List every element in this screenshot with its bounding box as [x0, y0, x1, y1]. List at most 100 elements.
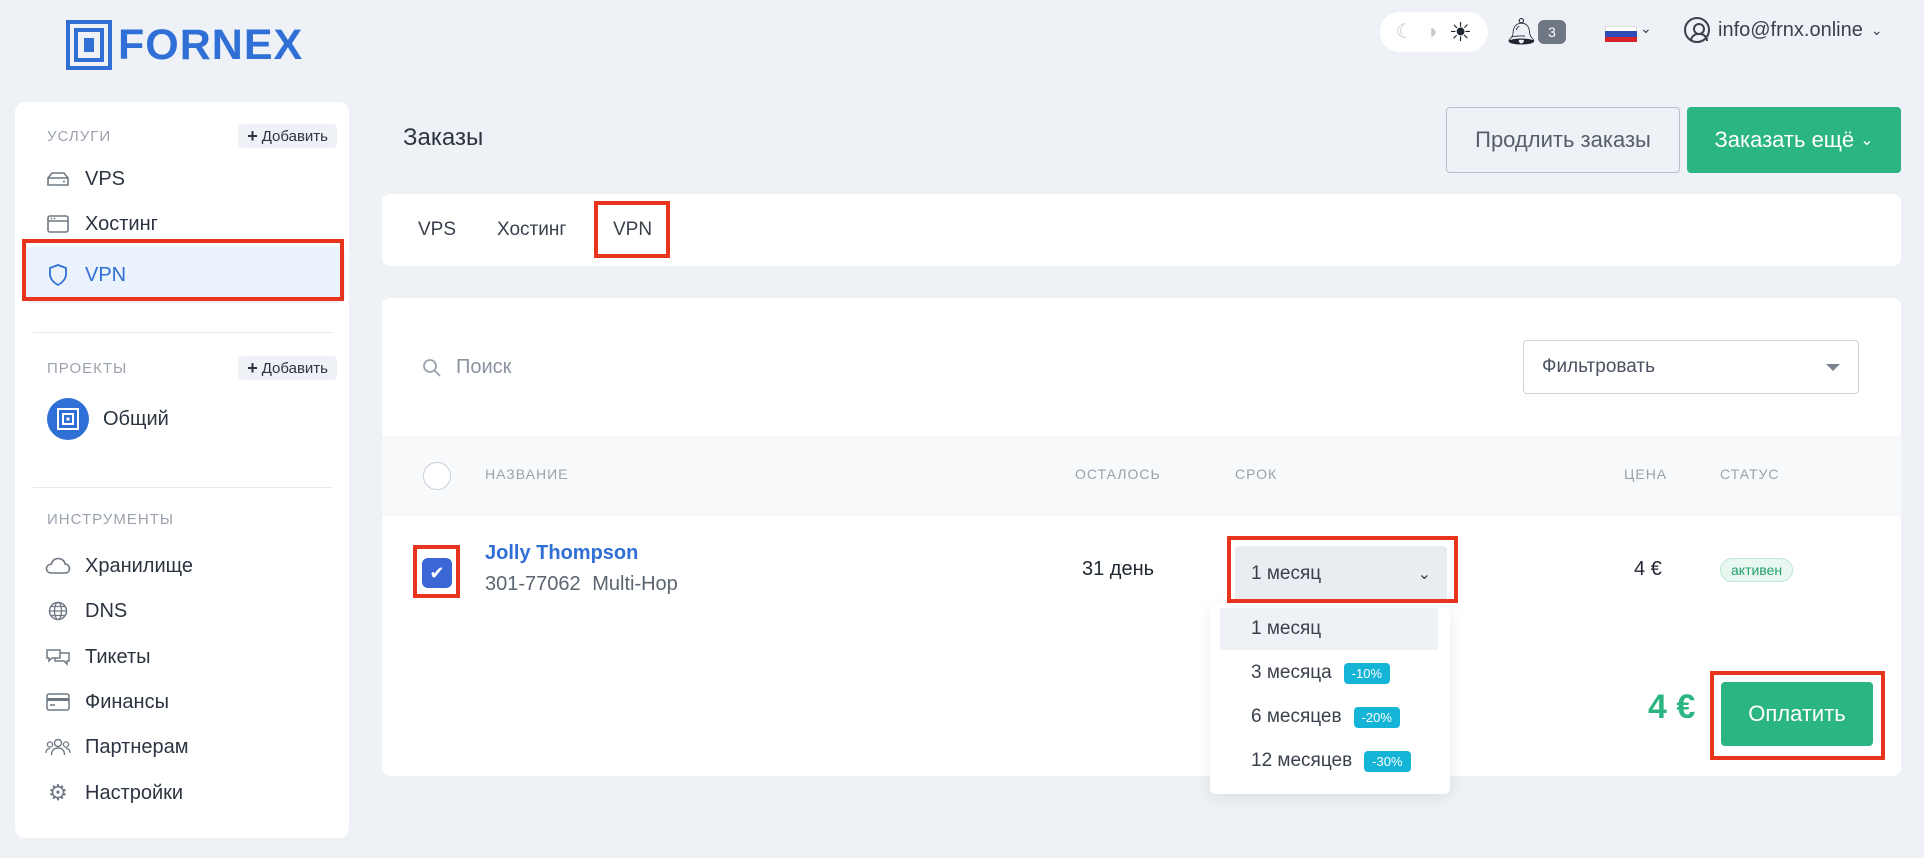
cloud-icon	[45, 555, 71, 577]
order-more-label: Заказать ещё	[1714, 127, 1855, 152]
sidebar-item-partners[interactable]: Партнерам	[45, 727, 189, 767]
chevron-down-icon: ⌄	[1860, 132, 1874, 149]
check-icon: ✔	[429, 562, 445, 583]
fornex-logo-icon	[66, 20, 112, 70]
period-option-6[interactable]: 6 месяцев -20%	[1220, 696, 1438, 738]
order-id: 301-77062	[485, 573, 581, 595]
caret-down-icon	[1826, 363, 1840, 371]
sidebar-item-settings[interactable]: ⚙ Настройки	[45, 773, 183, 813]
sidebar-item-label: Общий	[103, 407, 169, 430]
order-name-link[interactable]: Jolly Thompson	[485, 542, 638, 565]
projects-section-header: Проекты + Добавить	[47, 356, 337, 380]
orders-table-card: Поиск Фильтровать Название Осталось Срок…	[382, 298, 1901, 776]
divider	[33, 487, 333, 488]
column-remaining[interactable]: Осталось	[1075, 466, 1161, 482]
project-avatar-icon	[47, 398, 89, 440]
filter-select[interactable]: Фильтровать	[1523, 340, 1859, 394]
projects-title: Проекты	[47, 359, 128, 377]
brand-logo[interactable]: FORNEX	[66, 20, 303, 70]
sidebar-item-dns[interactable]: DNS	[45, 591, 127, 631]
period-option-12[interactable]: 12 месяцев -30%	[1220, 740, 1438, 782]
globe-icon	[45, 600, 71, 622]
order-details: 301-77062 Multi-Hop	[485, 573, 678, 596]
add-service-button[interactable]: + Добавить	[238, 124, 337, 148]
sun-icon[interactable]: ☀	[1449, 19, 1472, 45]
tools-title: Инструменты	[47, 511, 175, 528]
add-project-label: Добавить	[261, 359, 328, 377]
credit-card-icon	[45, 691, 71, 713]
pay-button[interactable]: Оплатить	[1721, 682, 1873, 746]
moon-icon[interactable]: ☾	[1396, 22, 1414, 42]
add-project-button[interactable]: + Добавить	[238, 356, 337, 380]
gear-icon: ⚙	[48, 780, 68, 805]
sidebar-item-label: Партнерам	[85, 735, 189, 758]
sidebar-item-label: VPN	[85, 263, 127, 286]
order-remaining: 31 день	[1082, 558, 1155, 580]
sidebar-item-project-general[interactable]: Общий	[47, 398, 169, 440]
period-select[interactable]: 1 месяц ⌄	[1235, 546, 1447, 602]
sidebar-item-vpn[interactable]: VPN	[45, 255, 126, 295]
period-option-label: 1 месяц	[1251, 618, 1322, 639]
extend-orders-button[interactable]: Продлить заказы	[1446, 107, 1680, 173]
brand-name: FORNEX	[118, 20, 304, 69]
discount-badge: -10%	[1343, 662, 1391, 684]
plus-icon: +	[247, 358, 258, 378]
table-header: Название Осталось Срок Цена Статус	[382, 436, 1901, 516]
user-email: info@frnx.online	[1718, 18, 1863, 41]
chevron-down-icon: ⌄	[1870, 21, 1883, 38]
divider	[33, 332, 333, 333]
sidebar-item-storage[interactable]: Хранилище	[45, 546, 193, 586]
user-icon	[1684, 17, 1710, 43]
sidebar-item-label: Хостинг	[85, 212, 158, 235]
tab-hosting[interactable]: Хостинг	[497, 194, 566, 266]
period-option-label: 12 месяцев	[1251, 750, 1353, 771]
period-option-3[interactable]: 3 месяца -10%	[1220, 652, 1438, 694]
column-price[interactable]: Цена	[1624, 466, 1667, 482]
notifications-badge: 3	[1538, 20, 1566, 44]
search-icon	[423, 358, 441, 377]
sidebar-item-finance[interactable]: Финансы	[45, 682, 169, 722]
search-input[interactable]: Поиск	[456, 356, 511, 379]
column-name[interactable]: Название	[485, 466, 568, 482]
period-select-value: 1 месяц	[1251, 563, 1322, 584]
theme-switcher[interactable]: ☾ ◑ ☀	[1380, 12, 1488, 52]
sidebar-item-tickets[interactable]: Тикеты	[45, 637, 150, 677]
period-dropdown: 1 месяц 3 месяца -10% 6 месяцев -20% 12 …	[1210, 604, 1450, 794]
server-icon	[45, 168, 71, 190]
chat-icon	[45, 646, 71, 668]
bell-icon[interactable]: 🔔︎	[1505, 18, 1538, 44]
sidebar-item-label: VPS	[85, 167, 126, 190]
row-checkbox[interactable]: ✔	[422, 558, 452, 588]
tab-vps[interactable]: VPS	[418, 194, 456, 266]
sidebar-item-label: Финансы	[85, 690, 169, 713]
tab-vpn[interactable]: VPN	[613, 194, 652, 266]
discount-badge: -30%	[1364, 750, 1411, 772]
services-title: Услуги	[47, 127, 112, 145]
users-icon	[45, 736, 71, 758]
filter-label: Фильтровать	[1542, 356, 1656, 377]
status-badge: активен	[1720, 558, 1794, 582]
period-option-1[interactable]: 1 месяц	[1220, 608, 1438, 650]
tools-section-header: Инструменты	[47, 511, 337, 528]
period-option-label: 3 месяца	[1251, 662, 1332, 683]
total-amount: 4 €	[1648, 688, 1696, 726]
sidebar-item-vps[interactable]: VPS	[45, 159, 125, 199]
add-service-label: Добавить	[261, 127, 328, 145]
order-price: 4 €	[1634, 558, 1662, 580]
order-more-button[interactable]: Заказать ещё ⌄	[1687, 107, 1901, 173]
order-type: Multi-Hop	[592, 573, 678, 595]
user-menu[interactable]: info@frnx.online ⌄	[1684, 17, 1883, 43]
sidebar-item-label: Хранилище	[85, 554, 193, 577]
select-all-checkbox[interactable]	[423, 462, 451, 490]
service-tabs: VPS Хостинг VPN	[382, 194, 1901, 266]
chevron-down-icon[interactable]: ⌄	[1640, 20, 1652, 37]
plus-icon: +	[247, 126, 258, 146]
shield-icon	[45, 264, 71, 286]
page-title: Заказы	[403, 124, 484, 151]
column-period[interactable]: Срок	[1235, 466, 1277, 482]
ru-flag-icon[interactable]	[1605, 26, 1637, 42]
search-box[interactable]: Поиск	[422, 356, 511, 379]
sidebar-item-hosting[interactable]: Хостинг	[45, 204, 158, 244]
auto-theme-icon[interactable]: ◑	[1425, 22, 1437, 42]
column-status[interactable]: Статус	[1720, 466, 1780, 482]
